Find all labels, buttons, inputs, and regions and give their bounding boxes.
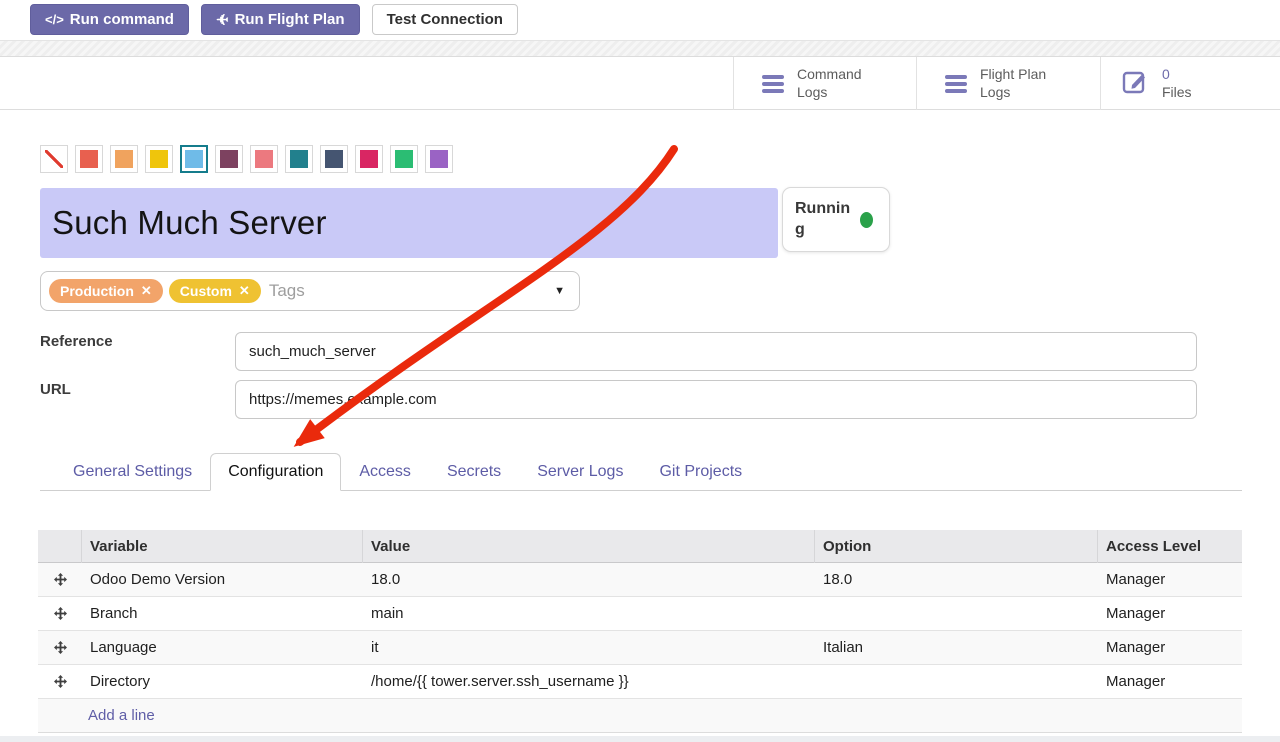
reference-input[interactable]	[235, 332, 1197, 371]
cell-option[interactable]: 18.0	[815, 571, 1098, 588]
remove-tag-icon[interactable]: ✕	[239, 283, 250, 299]
color-swatch[interactable]	[215, 145, 243, 173]
table-row[interactable]: Language it Italian Manager	[38, 631, 1242, 665]
tags-placeholder: Tags	[269, 281, 305, 301]
table-row[interactable]: Odoo Demo Version 18.0 18.0 Manager	[38, 563, 1242, 597]
column-header-option[interactable]: Option	[815, 530, 1098, 563]
color-swatch-selected[interactable]	[180, 145, 208, 173]
tab-secrets[interactable]: Secrets	[429, 453, 519, 491]
color-swatch[interactable]	[390, 145, 418, 173]
control-panel: </> Run command ✈ Run Flight Plan Test C…	[0, 0, 1280, 40]
drag-handle-icon[interactable]	[38, 573, 82, 586]
tag-custom[interactable]: Custom ✕	[169, 279, 261, 303]
cell-access-level[interactable]: Manager	[1098, 605, 1242, 622]
status-band: Command Logs Flight Plan Logs 0 Files	[0, 57, 1280, 110]
drag-handle-icon[interactable]	[38, 675, 82, 688]
column-header-value[interactable]: Value	[363, 530, 815, 563]
flight-plan-logs-button[interactable]: Flight Plan Logs	[916, 57, 1100, 110]
files-button[interactable]: 0 Files	[1100, 57, 1280, 110]
notebook-tabs: General Settings Configuration Access Se…	[40, 453, 1242, 491]
color-swatch[interactable]	[145, 145, 173, 173]
table-header: Variable Value Option Access Level	[38, 530, 1242, 563]
color-swatch[interactable]	[110, 145, 138, 173]
add-line-row: Add a line	[38, 699, 1242, 733]
reference-label: Reference	[40, 333, 113, 350]
tab-server-logs[interactable]: Server Logs	[519, 453, 641, 491]
cell-access-level[interactable]: Manager	[1098, 571, 1242, 588]
sheet-bottom-strip	[0, 736, 1280, 742]
menu-lines-icon	[945, 75, 967, 93]
color-swatch[interactable]	[285, 145, 313, 173]
tag-production[interactable]: Production ✕	[49, 279, 163, 303]
tags-field[interactable]: Production ✕ Custom ✕ Tags ▼	[40, 271, 580, 311]
plane-icon: ✈	[216, 11, 229, 29]
files-count: 0	[1162, 66, 1170, 82]
tag-label: Production	[60, 283, 134, 299]
config-table: Variable Value Option Access Level Odoo …	[38, 530, 1242, 733]
remove-tag-icon[interactable]: ✕	[141, 283, 152, 299]
drag-handle-icon[interactable]	[38, 607, 82, 620]
running-status-button[interactable]: Running	[782, 187, 890, 252]
url-label: URL	[40, 381, 71, 398]
separator-strip	[0, 40, 1280, 57]
cell-variable[interactable]: Branch	[82, 605, 363, 622]
flight-plan-logs-label: Flight Plan Logs	[980, 66, 1068, 101]
color-swatch[interactable]	[75, 145, 103, 173]
tab-git-projects[interactable]: Git Projects	[641, 453, 760, 491]
drag-handle-icon[interactable]	[38, 641, 82, 654]
menu-lines-icon	[762, 75, 784, 93]
cell-value[interactable]: /home/{{ tower.server.ssh_username }}	[363, 673, 815, 690]
stat-buttons: Command Logs Flight Plan Logs 0 Files	[733, 57, 1280, 110]
column-header-access-level[interactable]: Access Level	[1098, 530, 1242, 563]
run-flight-plan-button[interactable]: ✈ Run Flight Plan	[201, 4, 360, 35]
tab-configuration[interactable]: Configuration	[210, 453, 341, 491]
cell-variable[interactable]: Odoo Demo Version	[82, 571, 363, 588]
cell-variable[interactable]: Directory	[82, 673, 363, 690]
tag-label: Custom	[180, 283, 232, 299]
record-title-banner[interactable]: Such Much Server	[40, 188, 778, 258]
table-row[interactable]: Branch main Manager	[38, 597, 1242, 631]
action-buttons: </> Run command ✈ Run Flight Plan Test C…	[30, 4, 518, 35]
tab-general-settings[interactable]: General Settings	[55, 453, 210, 491]
test-connection-button[interactable]: Test Connection	[372, 4, 518, 35]
cell-option[interactable]: Italian	[815, 639, 1098, 656]
color-swatch-none[interactable]	[40, 145, 68, 173]
status-label: Running	[795, 199, 851, 241]
server-form-page: </> Run command ✈ Run Flight Plan Test C…	[0, 0, 1280, 742]
url-input[interactable]	[235, 380, 1197, 419]
cell-value[interactable]: it	[363, 639, 815, 656]
cell-value[interactable]: main	[363, 605, 815, 622]
color-swatch[interactable]	[320, 145, 348, 173]
table-row[interactable]: Directory /home/{{ tower.server.ssh_user…	[38, 665, 1242, 699]
dropdown-caret-icon[interactable]: ▼	[554, 285, 565, 297]
command-logs-button[interactable]: Command Logs	[733, 57, 916, 110]
cell-access-level[interactable]: Manager	[1098, 673, 1242, 690]
cell-access-level[interactable]: Manager	[1098, 639, 1242, 656]
add-a-line-link[interactable]: Add a line	[38, 707, 155, 724]
status-led-icon	[860, 212, 873, 228]
command-logs-label: Command Logs	[797, 66, 885, 101]
column-header-variable[interactable]: Variable	[82, 530, 363, 563]
no-color-icon	[45, 150, 63, 168]
run-command-button[interactable]: </> Run command	[30, 4, 189, 35]
files-text: 0 Files	[1162, 66, 1192, 101]
page-title: Such Much Server	[52, 204, 327, 242]
color-swatch[interactable]	[355, 145, 383, 173]
cell-variable[interactable]: Language	[82, 639, 363, 656]
edit-file-icon	[1121, 67, 1149, 100]
color-swatch[interactable]	[250, 145, 278, 173]
files-label: Files	[1162, 84, 1192, 100]
run-flight-plan-label: Run Flight Plan	[235, 11, 345, 28]
color-swatch[interactable]	[425, 145, 453, 173]
tab-access[interactable]: Access	[341, 453, 429, 491]
cell-value[interactable]: 18.0	[363, 571, 815, 588]
test-connection-label: Test Connection	[387, 11, 503, 28]
color-palette	[40, 145, 453, 173]
code-icon: </>	[45, 12, 64, 27]
run-command-label: Run command	[70, 11, 174, 28]
handle-column-header	[38, 530, 82, 563]
